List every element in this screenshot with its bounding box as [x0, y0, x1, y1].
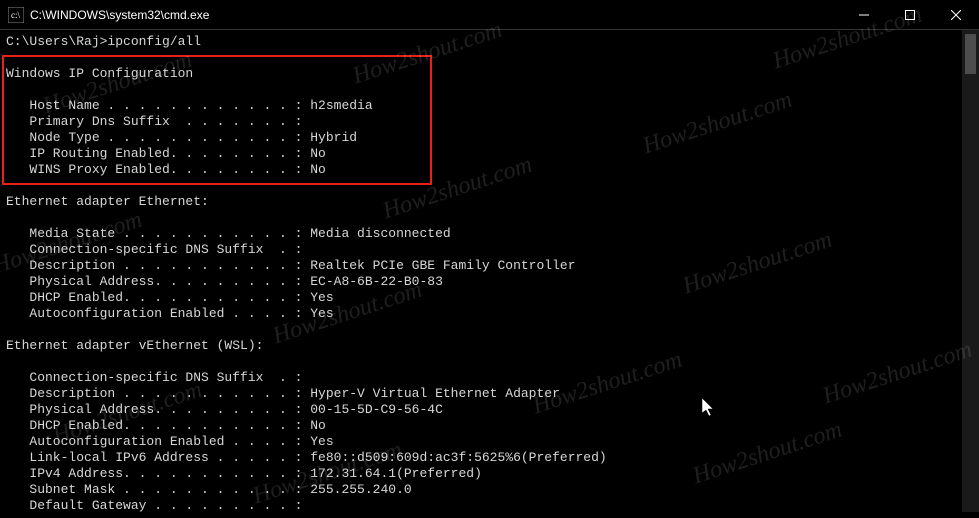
kv-row: Description . . . . . . . . . . . : Hype… [6, 386, 560, 401]
kv-row: Link-local IPv6 Address . . . . . : fe80… [6, 450, 607, 465]
minimize-button[interactable] [841, 0, 887, 29]
kv-row: Autoconfiguration Enabled . . . . : Yes [6, 434, 334, 449]
prompt-path: C:\Users\Raj> [6, 34, 107, 49]
kv-row: WINS Proxy Enabled. . . . . . . . : No [6, 162, 326, 177]
kv-row: Connection-specific DNS Suffix . : [6, 242, 310, 257]
kv-row: Physical Address. . . . . . . . . : 00-1… [6, 402, 443, 417]
prompt-command: ipconfig/all [107, 34, 201, 49]
terminal-output[interactable]: C:\Users\Raj>ipconfig/all Windows IP Con… [0, 30, 979, 518]
section-header-vethernet: Ethernet adapter vEthernet (WSL): [6, 338, 263, 353]
window-title: C:\WINDOWS\system32\cmd.exe [30, 8, 841, 22]
kv-row: Primary Dns Suffix . . . . . . . : [6, 114, 310, 129]
window-titlebar: c:\ C:\WINDOWS\system32\cmd.exe [0, 0, 979, 30]
svg-text:c:\: c:\ [11, 10, 20, 20]
cmd-icon: c:\ [8, 7, 24, 23]
kv-row: IP Routing Enabled. . . . . . . . : No [6, 146, 326, 161]
kv-row: DHCP Enabled. . . . . . . . . . . : Yes [6, 290, 334, 305]
kv-row: Node Type . . . . . . . . . . . . : Hybr… [6, 130, 357, 145]
kv-row: Default Gateway . . . . . . . . . : [6, 498, 310, 513]
maximize-button[interactable] [887, 0, 933, 29]
kv-row: IPv4 Address. . . . . . . . . . . : 172.… [6, 466, 482, 481]
kv-row: Connection-specific DNS Suffix . : [6, 370, 310, 385]
scrollbar-thumb[interactable] [965, 34, 976, 74]
section-header-ethernet: Ethernet adapter Ethernet: [6, 194, 209, 209]
kv-row: DHCP Enabled. . . . . . . . . . . : No [6, 418, 326, 433]
kv-row: Autoconfiguration Enabled . . . . : Yes [6, 306, 334, 321]
vertical-scrollbar[interactable] [962, 30, 979, 512]
close-button[interactable] [933, 0, 979, 29]
kv-row: Media State . . . . . . . . . . . : Medi… [6, 226, 451, 241]
kv-row: Subnet Mask . . . . . . . . . . . : 255.… [6, 482, 412, 497]
kv-row: Description . . . . . . . . . . . : Real… [6, 258, 576, 273]
section-header-ipconfig: Windows IP Configuration [6, 66, 193, 81]
kv-row: Physical Address. . . . . . . . . : EC-A… [6, 274, 443, 289]
kv-row: Host Name . . . . . . . . . . . . : h2sm… [6, 98, 373, 113]
